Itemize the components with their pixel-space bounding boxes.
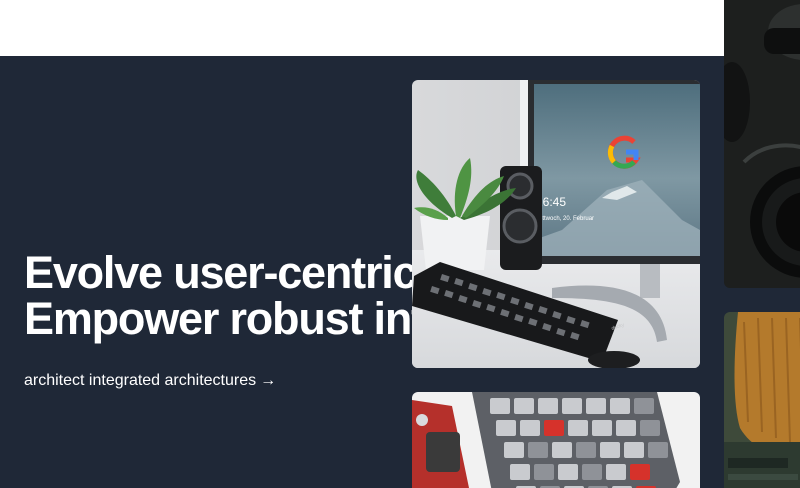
photo-sweater	[724, 312, 800, 488]
page: Evolve user-centric Empower robust inter…	[0, 0, 800, 488]
hero-cta-label: architect integrated architectures	[24, 372, 257, 389]
photo-camera	[724, 0, 800, 288]
screen-date: Mittwoch, 20. Februar	[536, 216, 594, 222]
arrow-right-icon: →	[260, 372, 277, 389]
hero-cta-link[interactable]: architect integrated architectures →	[24, 371, 276, 391]
photo-desk-setup: 16:45 Mittwoch, 20. Februar ducky	[412, 80, 700, 368]
photo-gamepad-keyboard	[412, 392, 700, 488]
top-bar	[0, 0, 800, 56]
